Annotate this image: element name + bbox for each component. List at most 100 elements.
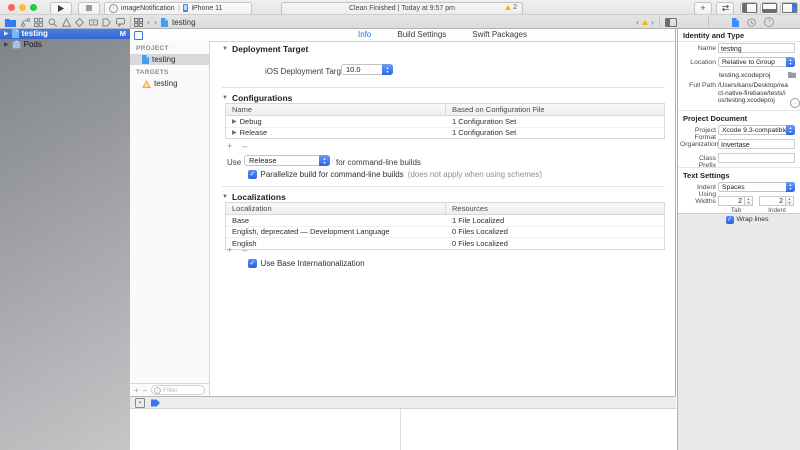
- table-row[interactable]: ▶ Debug 1 Configuration Set: [226, 116, 664, 128]
- tab-history-inspector[interactable]: [747, 18, 756, 27]
- checkbox-checked-icon[interactable]: [726, 216, 734, 224]
- tab-build-settings[interactable]: Build Settings: [397, 30, 446, 39]
- close-window-button[interactable]: [8, 4, 15, 11]
- navigator-item-pods[interactable]: ▶ Pods: [0, 39, 130, 50]
- disclosure-icon[interactable]: ▶: [4, 30, 9, 37]
- navigator-item-label: Pods: [24, 40, 42, 49]
- remove-localization-button[interactable]: –: [242, 245, 247, 255]
- remove-configuration-button[interactable]: –: [242, 141, 247, 151]
- disclosure-icon[interactable]: ▶: [232, 118, 237, 125]
- issue-navigation: ‹ ›: [636, 15, 677, 29]
- column-header[interactable]: Resources: [446, 204, 664, 213]
- filter-field[interactable]: [151, 385, 205, 395]
- warning-badge[interactable]: 2: [505, 4, 517, 11]
- name-input[interactable]: [719, 46, 794, 54]
- run-button[interactable]: [50, 2, 72, 15]
- deployment-target-popup[interactable]: 10.0: [341, 64, 393, 75]
- hide-debug-area-icon[interactable]: [135, 398, 145, 408]
- navigator-item-label: testing: [22, 29, 48, 38]
- organization-field[interactable]: [718, 139, 795, 149]
- config-value: 1 Configuration Set: [446, 128, 664, 137]
- column-header[interactable]: Localization: [226, 203, 446, 214]
- source-control-icon: [21, 18, 30, 27]
- disclosure-icon[interactable]: ▼: [222, 46, 228, 52]
- indent-using-popup[interactable]: Spaces: [718, 182, 795, 192]
- table-row[interactable]: ▶ Release 1 Configuration Set: [226, 128, 664, 139]
- add-localization-button[interactable]: +: [227, 245, 232, 255]
- previous-issue-button[interactable]: ‹: [636, 17, 639, 27]
- minimize-window-button[interactable]: [19, 4, 26, 11]
- checkbox-checked-icon[interactable]: [248, 170, 257, 179]
- variables-view[interactable]: [130, 409, 400, 450]
- name-field[interactable]: [718, 43, 795, 53]
- toggle-inspector-button[interactable]: [780, 2, 798, 15]
- next-issue-button[interactable]: ›: [651, 17, 654, 27]
- toggle-navigator-button[interactable]: [740, 2, 758, 15]
- toggle-debug-area-button[interactable]: [760, 2, 778, 15]
- breakpoints-toggle-icon[interactable]: [151, 399, 160, 407]
- zoom-window-button[interactable]: [30, 4, 37, 11]
- tab-info[interactable]: Info: [358, 30, 371, 39]
- checkbox-checked-icon[interactable]: [248, 259, 257, 268]
- class-prefix-input[interactable]: [719, 156, 794, 164]
- tab-report-navigator[interactable]: [116, 18, 125, 27]
- project-structure-icon[interactable]: [134, 31, 143, 40]
- class-prefix-field[interactable]: [718, 153, 795, 163]
- remove-button[interactable]: –: [143, 386, 147, 395]
- library-button[interactable]: +: [694, 2, 712, 15]
- tab-issue-navigator[interactable]: [62, 18, 71, 27]
- location-popup[interactable]: Relative to Group: [718, 57, 795, 67]
- target-item[interactable]: testing: [130, 78, 209, 89]
- forward-button[interactable]: ›: [154, 17, 157, 27]
- tab-breakpoint-navigator[interactable]: [102, 18, 111, 27]
- column-header[interactable]: Name: [226, 104, 446, 115]
- navigator-item-testing[interactable]: ▶ testing M: [0, 28, 130, 39]
- table-row[interactable]: Base 1 File Localized: [226, 215, 664, 227]
- organization-input[interactable]: [719, 142, 794, 150]
- activity-viewer: Clean Finished | Today at 9:57 pm 2: [281, 2, 523, 15]
- use-label: Use: [227, 158, 241, 167]
- jump-bar-file[interactable]: testing: [172, 18, 196, 27]
- tab-project-navigator[interactable]: [5, 18, 16, 27]
- table-row[interactable]: English 0 Files Localized: [226, 238, 664, 249]
- column-header[interactable]: Based on Configuration File: [446, 105, 664, 114]
- stepper-arrows-icon[interactable]: [786, 196, 794, 206]
- console-view[interactable]: [401, 409, 676, 450]
- tab-symbol-navigator[interactable]: [34, 18, 43, 27]
- xcode-window: imageNotification ⟩ iPhone 11 Clean Fini…: [0, 0, 800, 450]
- editor-mode-icon[interactable]: [665, 18, 677, 27]
- disclosure-icon[interactable]: ▼: [222, 95, 228, 101]
- back-button[interactable]: ‹: [147, 17, 150, 27]
- disclosure-icon[interactable]: ▼: [222, 194, 228, 200]
- stepper-arrows-icon[interactable]: [745, 196, 753, 206]
- tab-file-inspector[interactable]: [732, 18, 739, 27]
- config-name: Debug: [240, 117, 262, 126]
- tab-find-navigator[interactable]: [48, 18, 57, 27]
- tab-width-stepper[interactable]: 2: [718, 196, 753, 206]
- command-line-config-popup[interactable]: Release: [244, 155, 330, 166]
- table-row[interactable]: English, deprecated — Development Langua…: [226, 227, 664, 239]
- tab-source-control-navigator[interactable]: [21, 18, 30, 27]
- scheme-selector[interactable]: imageNotification ⟩ iPhone 11: [104, 2, 252, 15]
- open-in-finder-arrow-icon[interactable]: →: [790, 98, 800, 108]
- project-item[interactable]: testing: [130, 54, 209, 65]
- project-format-popup[interactable]: Xcode 9.3-compatible: [718, 125, 795, 135]
- add-button[interactable]: +: [134, 386, 139, 395]
- tab-test-navigator[interactable]: [75, 18, 84, 27]
- disclosure-icon[interactable]: ▶: [232, 129, 237, 136]
- indent-width-stepper[interactable]: 2: [759, 196, 794, 206]
- tab-debug-navigator[interactable]: [89, 18, 98, 27]
- indent-width-value[interactable]: 2: [759, 196, 786, 206]
- folder-small-icon[interactable]: [788, 71, 796, 78]
- editor-options-button[interactable]: [716, 2, 734, 15]
- tab-swift-packages[interactable]: Swift Packages: [472, 30, 527, 39]
- name-label: Name: [680, 45, 716, 52]
- disclosure-icon[interactable]: ▶: [4, 41, 9, 48]
- filter-input[interactable]: [163, 387, 193, 394]
- popup-chevrons-icon: [319, 155, 330, 166]
- tab-quick-help-inspector[interactable]: [764, 17, 774, 27]
- stop-button[interactable]: [78, 2, 100, 15]
- tab-width-value[interactable]: 2: [718, 196, 745, 206]
- related-items-icon[interactable]: [134, 18, 143, 27]
- add-configuration-button[interactable]: +: [227, 141, 232, 151]
